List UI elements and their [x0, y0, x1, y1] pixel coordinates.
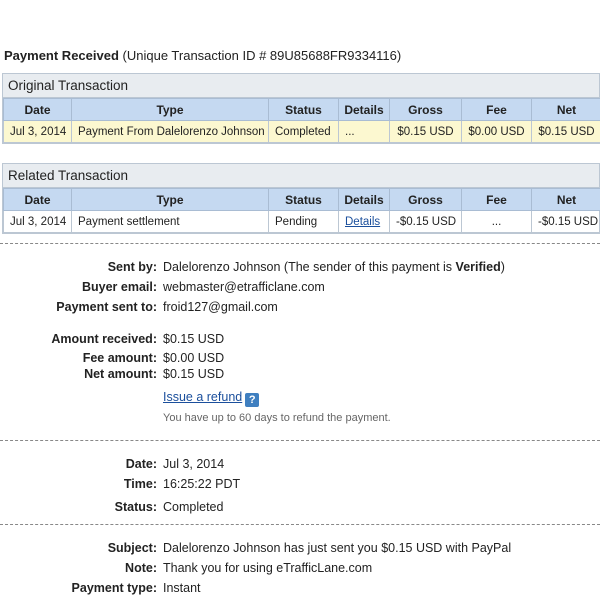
verified-badge: Verified	[455, 260, 501, 274]
cell-date: Jul 3, 2014	[3, 210, 72, 233]
table-row: Jul 3, 2014 Payment settlement Pending D…	[3, 210, 600, 233]
buyer-email-label: Buyer email:	[81, 280, 157, 294]
page-title: Payment Received (Unique Transaction ID …	[4, 48, 401, 63]
payment-sent-to-row: Payment sent to: froid127@gmail.com	[0, 298, 600, 316]
page-title-bold: Payment Received	[4, 48, 119, 63]
date-label: Date:	[125, 457, 157, 471]
buyer-email-value: webmaster@etrafficlane.com	[163, 280, 325, 294]
related-transaction-panel: Related Transaction Date Type Status Det…	[2, 163, 600, 234]
note-label: Note:	[125, 561, 157, 575]
note-row: Note: Thank you for using eTrafficLane.c…	[0, 559, 600, 577]
sender-name: Dalelorenzo Johnson	[163, 260, 281, 274]
cell-fee: ...	[461, 210, 532, 233]
cell-date: Jul 3, 2014	[3, 120, 72, 143]
subject-label: Subject:	[107, 541, 157, 555]
cell-type: Payment settlement	[71, 210, 269, 233]
payment-sent-to-value: froid127@gmail.com	[163, 300, 278, 314]
original-transaction-table: Date Type Status Details Gross Fee Net J…	[3, 98, 600, 143]
table-row: Jul 3, 2014 Payment From Dalelorenzo Joh…	[3, 120, 600, 143]
section-divider	[0, 524, 600, 525]
cell-type: Payment From Dalelorenzo Johnson	[71, 120, 269, 143]
amount-received-label: Amount received:	[51, 332, 157, 346]
time-value: 16:25:22 PDT	[163, 477, 241, 491]
column-header-status: Status	[268, 98, 339, 121]
time-row: Time: 16:25:22 PDT	[0, 475, 600, 493]
column-header-fee: Fee	[461, 98, 532, 121]
payment-sent-to-label: Payment sent to:	[56, 300, 157, 314]
column-header-date: Date	[3, 188, 72, 211]
payment-type-value: Instant	[163, 581, 201, 595]
date-row: Date: Jul 3, 2014	[0, 455, 600, 473]
column-header-gross: Gross	[389, 98, 462, 121]
table-header-row: Date Type Status Details Gross Fee Net	[3, 188, 600, 211]
table-header-row: Date Type Status Details Gross Fee Net	[3, 98, 600, 121]
payment-type-row: Payment type: Instant	[0, 579, 600, 597]
subject-row: Subject: Dalelorenzo Johnson has just se…	[0, 539, 600, 557]
section-divider	[0, 243, 600, 244]
details-link[interactable]: Details	[345, 216, 380, 228]
subject-value: Dalelorenzo Johnson has just sent you $0…	[163, 541, 512, 555]
column-header-gross: Gross	[389, 188, 462, 211]
issue-refund-link[interactable]: Issue a refund	[163, 390, 242, 404]
original-transaction-title: Original Transaction	[3, 74, 599, 98]
column-header-status: Status	[268, 188, 339, 211]
sender-note-post: )	[500, 260, 505, 274]
refund-note: You have up to 60 days to refund the pay…	[163, 412, 391, 424]
column-header-date: Date	[3, 98, 72, 121]
cell-details: ...	[338, 120, 390, 143]
buyer-email-row: Buyer email: webmaster@etrafficlane.com	[0, 278, 600, 296]
related-transaction-title: Related Transaction	[3, 164, 599, 188]
column-header-fee: Fee	[461, 188, 532, 211]
column-header-details: Details	[338, 188, 390, 211]
cell-status: Pending	[268, 210, 339, 233]
cell-net: $0.15 USD	[531, 120, 600, 143]
cell-gross: $0.15 USD	[389, 120, 462, 143]
column-header-net: Net	[531, 188, 600, 211]
section-divider	[0, 440, 600, 441]
cell-gross: -$0.15 USD	[389, 210, 462, 233]
payment-type-label: Payment type:	[71, 581, 157, 595]
time-label: Time:	[123, 477, 157, 491]
refund-area: Issue a refund?	[163, 388, 260, 407]
column-header-details: Details	[338, 98, 390, 121]
date-value: Jul 3, 2014	[163, 457, 225, 471]
cell-details-cell: Details	[338, 210, 390, 233]
cell-status: Completed	[268, 120, 339, 143]
status-row: Status: Completed	[0, 498, 600, 516]
net-amount-row: Net amount: $0.15 USD	[0, 365, 600, 383]
column-header-net: Net	[531, 98, 600, 121]
amount-received-row: Amount received: $0.15 USD	[0, 330, 600, 348]
cell-net: -$0.15 USD	[531, 210, 600, 233]
sender-note-pre: (The sender of this payment is	[280, 260, 456, 274]
sent-by-label: Sent by:	[107, 260, 157, 274]
sent-by-row: Sent by: Dalelorenzo Johnson (The sender…	[0, 258, 600, 276]
related-transaction-table: Date Type Status Details Gross Fee Net J…	[3, 188, 600, 233]
amount-received-value: $0.15 USD	[163, 332, 225, 346]
status-value: Completed	[163, 500, 224, 514]
status-label: Status:	[114, 500, 157, 514]
sent-by-value: Dalelorenzo Johnson (The sender of this …	[163, 258, 505, 276]
column-header-type: Type	[71, 188, 269, 211]
net-amount-label: Net amount:	[84, 367, 157, 381]
column-header-type: Type	[71, 98, 269, 121]
page-title-rest: (Unique Transaction ID # 89U85688FR93341…	[118, 48, 402, 63]
help-icon[interactable]: ?	[245, 393, 260, 407]
cell-fee: $0.00 USD	[461, 120, 532, 143]
note-value: Thank you for using eTrafficLane.com	[163, 561, 373, 575]
net-amount-value: $0.15 USD	[163, 367, 225, 381]
original-transaction-panel: Original Transaction Date Type Status De…	[2, 73, 600, 144]
